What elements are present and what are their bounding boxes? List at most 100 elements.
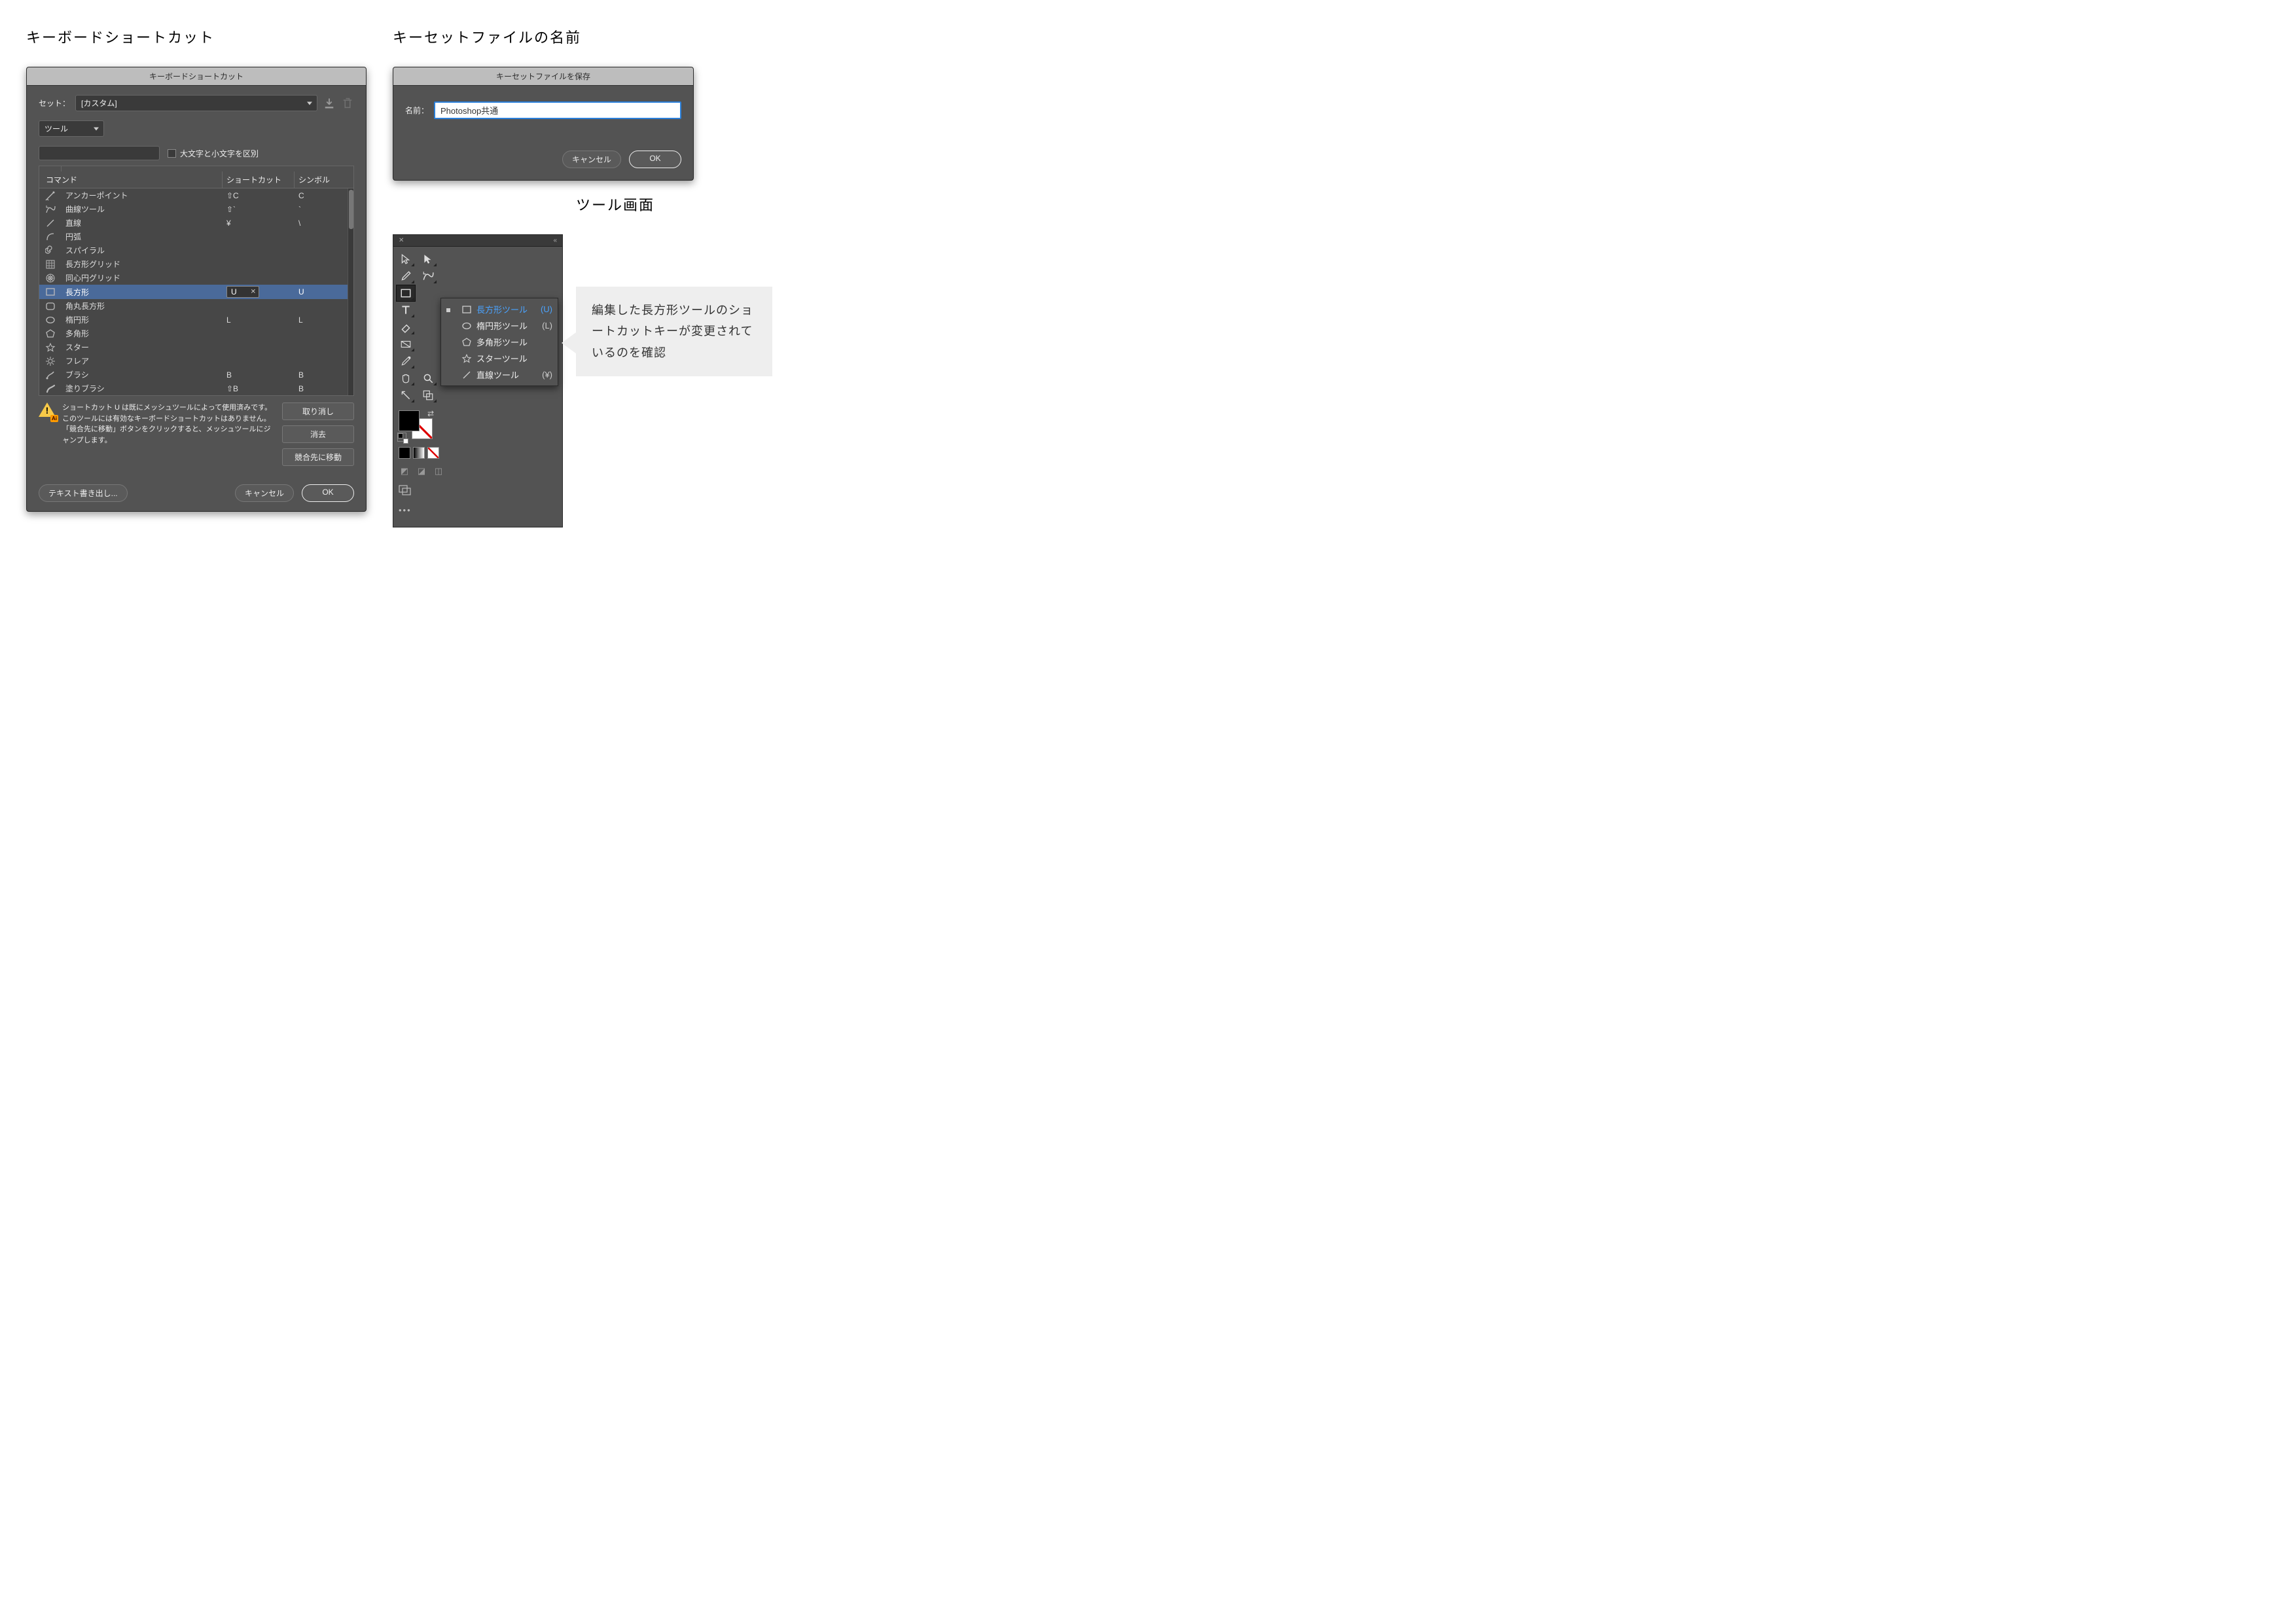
slice-tool[interactable]: [396, 387, 416, 404]
flyout-item[interactable]: 直線ツール (¥): [444, 366, 555, 383]
table-row[interactable]: 多角形: [39, 327, 353, 340]
flyout-item[interactable]: スターツール: [444, 350, 555, 366]
swap-colors-icon[interactable]: ⇄: [427, 409, 434, 418]
color-swatch[interactable]: ⇄: [397, 409, 434, 440]
flyout-item[interactable]: 長方形ツール (U): [444, 301, 555, 317]
table-row[interactable]: 塗りブラシ⇧BB: [39, 382, 353, 395]
artboard-tool[interactable]: [418, 387, 438, 404]
shortcut-cell[interactable]: ⇧B: [223, 383, 295, 395]
command-name: フレア: [62, 354, 223, 368]
symbol-cell: B: [295, 369, 353, 381]
shortcut-cell[interactable]: [223, 305, 295, 308]
more-tools-icon[interactable]: •••: [397, 501, 558, 519]
table-row[interactable]: 長方形グリッド: [39, 257, 353, 271]
export-text-button[interactable]: テキスト書き出し...: [39, 484, 128, 502]
flyout-item[interactable]: 楕円形ツール (L): [444, 317, 555, 334]
command-name: スター: [62, 340, 223, 354]
draw-normal-icon[interactable]: ◩: [399, 465, 410, 477]
table-row[interactable]: 長方形U✕U: [39, 285, 353, 299]
ok-button[interactable]: OK: [302, 484, 354, 502]
color-mode-gradient[interactable]: [413, 447, 425, 459]
table-row[interactable]: フレア: [39, 354, 353, 368]
curvature-tool[interactable]: [418, 268, 438, 285]
table-row[interactable]: 角丸長方形: [39, 299, 353, 313]
caption-tool: ツール画面: [576, 194, 772, 215]
table-row[interactable]: 同心円グリッド: [39, 271, 353, 285]
command-name: 塗りブラシ: [62, 382, 223, 395]
save-ok-button[interactable]: OK: [629, 151, 681, 168]
col-command[interactable]: コマンド: [39, 171, 223, 188]
direct-selection-tool[interactable]: [418, 251, 438, 268]
dialog-title: キーボードショートカット: [27, 67, 366, 86]
color-mode-solid[interactable]: [399, 447, 410, 459]
category-dropdown[interactable]: ツール: [39, 120, 104, 137]
screen-mode-icon[interactable]: [397, 481, 558, 501]
shortcut-cell[interactable]: L: [223, 314, 295, 326]
save-set-icon[interactable]: [323, 97, 336, 110]
command-name: 円弧: [62, 230, 223, 243]
case-sensitive-checkbox[interactable]: 大文字と小文字を区別: [168, 148, 259, 159]
draw-behind-icon[interactable]: ◪: [416, 465, 427, 477]
type-tool[interactable]: [396, 302, 416, 319]
search-input[interactable]: [39, 146, 160, 160]
table-row[interactable]: スパイラル: [39, 243, 353, 257]
default-colors-icon[interactable]: [397, 433, 406, 442]
tool-flyout: 長方形ツール (U) 楕円形ツール (L) 多角形ツール スターツール 直線ツー…: [440, 298, 558, 386]
table-row[interactable]: 曲線ツール⇧``: [39, 202, 353, 216]
tool-panel: ✕ « ⇄: [393, 234, 563, 527]
hand-tool[interactable]: [396, 370, 416, 387]
gradient-tool[interactable]: [396, 336, 416, 353]
delete-set-icon[interactable]: [341, 97, 354, 110]
table-row[interactable]: スター: [39, 340, 353, 354]
save-cancel-button[interactable]: キャンセル: [562, 151, 621, 168]
shortcut-cell[interactable]: [223, 277, 295, 279]
shortcut-input[interactable]: U✕: [226, 286, 259, 298]
goto-conflict-button[interactable]: 競合先に移動: [282, 448, 354, 466]
clear-shortcut-icon[interactable]: ✕: [251, 289, 256, 296]
shortcut-cell[interactable]: [223, 236, 295, 238]
color-mode-none[interactable]: [427, 447, 439, 459]
cancel-button[interactable]: キャンセル: [235, 484, 294, 502]
shortcut-cell[interactable]: [223, 249, 295, 252]
clear-button[interactable]: 消去: [282, 425, 354, 443]
shortcut-cell[interactable]: ⇧C: [223, 190, 295, 202]
col-shortcut[interactable]: ショートカット: [223, 171, 295, 188]
table-row[interactable]: アンカーポイント⇧CC: [39, 188, 353, 202]
shortcut-cell[interactable]: ¥: [223, 217, 295, 229]
name-input[interactable]: [434, 101, 681, 119]
selection-tool[interactable]: [396, 251, 416, 268]
symbol-cell: [295, 249, 353, 252]
line-icon: [39, 217, 62, 230]
rectangle-tool[interactable]: [396, 285, 416, 302]
set-label: セット：: [39, 98, 70, 109]
table-row[interactable]: 円弧: [39, 230, 353, 243]
draw-inside-icon[interactable]: ◫: [433, 465, 444, 477]
table-scrollbar[interactable]: [348, 188, 353, 395]
table-row[interactable]: 楕円形LL: [39, 313, 353, 327]
symbol-cell: [295, 305, 353, 308]
set-value: [カスタム]: [81, 98, 117, 109]
zoom-tool[interactable]: [418, 370, 438, 387]
fill-swatch[interactable]: [399, 410, 420, 431]
warning-text: ショートカット U は既にメッシュツールによって使用済みです。このツールには有効…: [62, 402, 276, 446]
shortcut-cell[interactable]: [223, 263, 295, 266]
undo-button[interactable]: 取り消し: [282, 402, 354, 420]
shortcut-cell[interactable]: [223, 346, 295, 349]
pen-tool[interactable]: [396, 268, 416, 285]
set-dropdown[interactable]: [カスタム]: [75, 95, 317, 111]
shortcut-cell[interactable]: ⇧`: [223, 204, 295, 215]
ellipse-icon: [459, 321, 474, 331]
shortcut-cell[interactable]: [223, 360, 295, 363]
eraser-tool[interactable]: [396, 319, 416, 336]
flyout-item[interactable]: 多角形ツール: [444, 334, 555, 350]
col-symbol[interactable]: シンボル: [295, 171, 353, 188]
shortcut-cell[interactable]: [223, 332, 295, 335]
collapse-icon[interactable]: «: [553, 237, 557, 244]
eyedropper-tool[interactable]: [396, 353, 416, 370]
table-row[interactable]: 直線¥\: [39, 216, 353, 230]
command-name: 同心円グリッド: [62, 271, 223, 285]
shortcut-cell[interactable]: B: [223, 369, 295, 381]
table-row[interactable]: ブラシBB: [39, 368, 353, 382]
close-icon[interactable]: ✕: [399, 237, 404, 244]
shortcut-cell[interactable]: U✕: [223, 285, 295, 299]
